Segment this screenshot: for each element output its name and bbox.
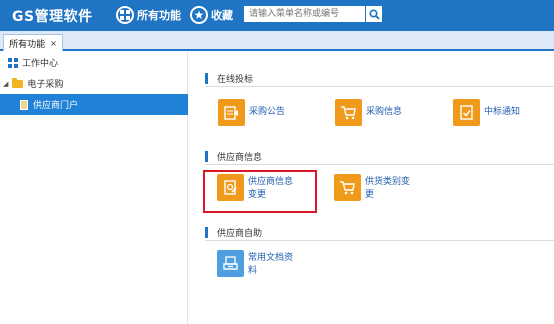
app-label: 供货类别变更	[365, 177, 411, 200]
grid-icon	[116, 6, 134, 24]
section-header-supplier-self-service: 供应商自助	[205, 225, 262, 239]
search-input[interactable]	[244, 6, 365, 22]
cart-icon	[335, 99, 362, 126]
sidebar: 工作中心 ◢ 电子采购 供应商门户	[0, 52, 188, 324]
highlight-box	[203, 170, 317, 213]
document-tray-icon	[217, 250, 244, 277]
app-purchase-announcement[interactable]: 采购公告	[218, 99, 309, 133]
favorites-label: 收藏	[211, 9, 233, 22]
expanded-triangle-icon[interactable]: ◢	[3, 80, 8, 88]
top-bar: GS管理软件 所有功能 ★ 收藏	[0, 0, 554, 31]
favorites-button[interactable]: ★ 收藏	[190, 4, 233, 26]
section-header-supplier-info: 供应商信息	[205, 149, 262, 163]
app-award-notice[interactable]: 中标通知	[453, 99, 544, 133]
all-functions-button[interactable]: 所有功能	[116, 4, 181, 26]
all-functions-label: 所有功能	[137, 9, 181, 22]
section-divider	[205, 86, 554, 87]
folder-icon	[12, 77, 24, 88]
tab-strip: 所有功能 ×	[0, 31, 554, 51]
section-title: 供应商信息	[217, 152, 263, 163]
sidebar-item-work-center[interactable]: 工作中心	[0, 52, 188, 73]
app-brand: GS管理软件	[12, 9, 93, 25]
tab-all-functions[interactable]: 所有功能 ×	[3, 34, 63, 51]
announcement-icon	[218, 99, 245, 126]
app-purchase-info[interactable]: 采购信息	[335, 99, 426, 133]
tab-label: 所有功能	[9, 39, 46, 50]
checklist-icon	[453, 99, 480, 126]
app-label: 常用文档资料	[248, 253, 294, 276]
app-common-documents[interactable]: 常用文档资料	[217, 250, 298, 284]
sidebar-item-label: 电子采购	[27, 80, 64, 90]
section-marker	[205, 72, 208, 84]
app-supply-category-change[interactable]: 供货类别变更	[334, 174, 415, 208]
sidebar-item-label: 供应商门户	[33, 101, 79, 111]
cart-icon	[334, 174, 361, 201]
search-button[interactable]	[365, 6, 382, 22]
sidebar-item-e-procurement[interactable]: ◢ 电子采购	[0, 73, 188, 94]
search-icon	[368, 8, 380, 20]
app-label: 采购信息	[366, 107, 403, 117]
app-label: 采购公告	[249, 107, 286, 117]
section-divider	[205, 164, 554, 165]
sidebar-item-supplier-portal[interactable]: 供应商门户	[0, 94, 188, 115]
section-header-online-bidding: 在线投标	[205, 71, 253, 85]
sidebar-item-label: 工作中心	[22, 59, 59, 69]
document-icon	[20, 99, 28, 110]
app-label: 中标通知	[484, 107, 521, 117]
close-icon[interactable]: ×	[50, 39, 57, 48]
grid-icon	[8, 57, 18, 68]
section-marker	[205, 226, 208, 238]
section-title: 供应商自助	[217, 228, 263, 239]
section-divider	[205, 240, 554, 241]
section-marker	[205, 150, 208, 162]
star-icon: ★	[190, 6, 208, 24]
search-box	[244, 6, 382, 22]
section-title: 在线投标	[217, 74, 254, 85]
